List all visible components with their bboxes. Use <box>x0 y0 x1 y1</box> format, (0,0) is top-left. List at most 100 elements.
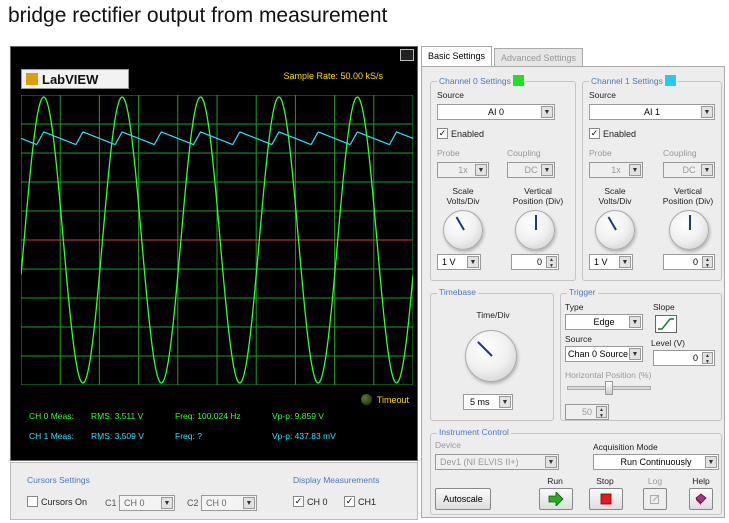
timeout-indicator: Timeout <box>360 394 409 405</box>
chevron-down-icon[interactable]: ▼ <box>701 164 713 176</box>
chevron-down-icon[interactable]: ▼ <box>541 164 553 176</box>
chevron-down-icon[interactable]: ▼ <box>499 396 511 408</box>
channel1-group: Channel 1 Settings Source AI 1 ▼ ✓ Enabled… <box>582 75 722 281</box>
hpos-label: Horizontal Position (%) <box>565 370 652 380</box>
knob-needle <box>455 216 465 231</box>
checkmark-icon[interactable]: ✓ <box>344 496 355 507</box>
checkmark-icon[interactable]: ✓ <box>589 128 600 139</box>
tab-basic-settings[interactable]: Basic Settings <box>421 46 493 66</box>
ch0-probe-select[interactable]: 1x ▼ <box>437 162 489 178</box>
channel1-color-swatch <box>664 75 676 86</box>
ch1-vpos-knob[interactable] <box>669 210 709 250</box>
instrument-control-title: Instrument Control <box>437 427 511 437</box>
log-icon <box>650 494 660 504</box>
ch1-coupling-select[interactable]: DC ▼ <box>663 162 715 178</box>
chevron-down-icon[interactable]: ▼ <box>629 164 641 176</box>
checkmark-icon[interactable]: ✓ <box>437 128 448 139</box>
ch0-meas-label: CH 0 Meas: <box>29 411 74 421</box>
trigger-source-label: Source <box>565 334 592 344</box>
channel0-color-swatch <box>512 75 524 86</box>
chevron-down-icon[interactable]: ▼ <box>545 456 557 468</box>
trigger-type-label: Type <box>565 302 584 312</box>
ch0-enabled-checkbox[interactable]: ✓ Enabled <box>437 128 484 139</box>
run-button[interactable] <box>539 488 573 510</box>
spinner-arrows-icon[interactable]: ▲ ▼ <box>546 256 557 269</box>
ch1-rms: RMS: 3.509 V <box>91 431 144 441</box>
ch1-source-label: Source <box>589 90 616 100</box>
run-label: Run <box>547 476 563 486</box>
chevron-down-icon[interactable]: ▼ <box>475 164 487 176</box>
help-button[interactable] <box>689 488 713 510</box>
ch0-scale-select[interactable]: 1 V ▼ <box>437 254 481 270</box>
ch0-vpos-knob[interactable] <box>515 210 555 250</box>
hpos-spinner[interactable]: 50 ▲ ▼ <box>565 404 609 420</box>
ch1-enabled-checkbox[interactable]: ✓ Enabled <box>589 128 636 139</box>
ch1-scale-knob[interactable] <box>595 210 635 250</box>
spinner-arrows-icon[interactable]: ▲ ▼ <box>702 352 713 365</box>
trigger-level-spinner[interactable]: 0 ▲ ▼ <box>653 350 715 366</box>
time-div-label: Time/Div <box>476 310 510 320</box>
knob-needle <box>477 341 493 357</box>
trigger-source-select[interactable]: Chan 0 Source ▼ <box>565 346 643 362</box>
chevron-down-icon[interactable]: ▼ <box>541 106 553 118</box>
ch1-probe-select[interactable]: 1x ▼ <box>589 162 643 178</box>
stop-button[interactable] <box>589 488 623 510</box>
trigger-type-select[interactable]: Edge ▼ <box>565 314 643 330</box>
ch0-scale-label: Scale Volts/Div <box>446 186 480 206</box>
c2-select[interactable]: CH 0 ▼ <box>201 495 257 511</box>
log-button[interactable] <box>643 488 667 510</box>
checkmark-icon[interactable]: ✓ <box>293 496 304 507</box>
slope-button[interactable] <box>655 315 677 333</box>
restore-window-icon[interactable] <box>400 49 414 61</box>
ch1-source-select[interactable]: AI 1 ▼ <box>589 104 715 120</box>
chevron-down-icon[interactable]: ▼ <box>243 497 255 509</box>
ch0-scale-knob[interactable] <box>443 210 483 250</box>
ch0-source-select[interactable]: AI 0 ▼ <box>437 104 555 120</box>
trigger-level-label: Level (V) <box>651 338 686 348</box>
chevron-down-icon[interactable]: ▼ <box>161 497 173 509</box>
display-measurements-title: Display Measurements <box>293 475 380 485</box>
c1-select[interactable]: CH 0 ▼ <box>119 495 175 511</box>
ch1-probe-label: Probe <box>589 148 612 158</box>
chevron-down-icon[interactable]: ▼ <box>701 106 713 118</box>
autoscale-button[interactable]: Autoscale <box>435 488 491 510</box>
hpos-slider-thumb[interactable] <box>605 381 613 395</box>
settings-panel: Channel 0 Settings Source AI 0 ▼ ✓ Enabled… <box>421 66 725 518</box>
chevron-down-icon[interactable]: ▼ <box>619 256 631 268</box>
spinner-arrows-icon[interactable]: ▲ ▼ <box>596 406 607 419</box>
ch1-vpos-label: Vertical Position (Div) <box>662 186 714 206</box>
acquisition-mode-select[interactable]: Run Continuously ▼ <box>593 454 719 470</box>
cursor-tray: Cursors Settings Cursors On C1 CH 0 ▼ C2 … <box>10 462 418 520</box>
ch1-vpos-spinner[interactable]: 0 ▲ ▼ <box>663 254 715 270</box>
chevron-down-icon[interactable]: ▼ <box>629 316 641 328</box>
waveform-graph[interactable] <box>21 95 413 385</box>
ch1-scale-select[interactable]: 1 V ▼ <box>589 254 633 270</box>
timeout-led-icon <box>360 394 372 405</box>
time-div-select[interactable]: 5 ms ▼ <box>463 394 513 410</box>
chevron-down-icon[interactable]: ▼ <box>629 348 641 360</box>
ch1-coupling-label: Coupling <box>663 148 697 158</box>
device-select[interactable]: Dev1 (NI ELVIS II+) ▼ <box>435 454 559 470</box>
display-ch0-checkbox[interactable]: ✓ CH 0 <box>293 496 328 507</box>
chevron-down-icon[interactable]: ▼ <box>705 456 717 468</box>
help-label: Help <box>692 476 710 486</box>
cursors-settings-title: Cursors Settings <box>27 475 90 485</box>
ch1-meas-label: CH 1 Meas: <box>29 431 74 441</box>
ch0-freq: Freq: 100.024 Hz <box>175 411 241 421</box>
timebase-title: Timebase <box>437 287 479 297</box>
cursors-on-checkbox[interactable]: Cursors On <box>27 496 87 507</box>
spinner-arrows-icon[interactable]: ▲ ▼ <box>702 256 713 269</box>
channel1-title: Channel 1 Settings <box>589 75 678 86</box>
channel0-title: Channel 0 Settings <box>437 75 526 86</box>
knob-needle <box>689 215 691 230</box>
ch0-vpp: Vp-p: 9.859 V <box>272 411 324 421</box>
chevron-down-icon[interactable]: ▼ <box>467 256 479 268</box>
ch0-coupling-select[interactable]: DC ▼ <box>507 162 555 178</box>
ch0-source-label: Source <box>437 90 464 100</box>
time-div-knob[interactable] <box>465 330 517 382</box>
ch0-vpos-spinner[interactable]: 0 ▲ ▼ <box>511 254 559 270</box>
trigger-group: Trigger Type Slope Edge ▼ Source Level (V… <box>560 287 722 421</box>
tab-advanced-settings[interactable]: Advanced Settings <box>494 48 584 66</box>
display-ch1-checkbox[interactable]: ✓ CH1 <box>344 496 376 507</box>
checkbox-box[interactable] <box>27 496 38 507</box>
